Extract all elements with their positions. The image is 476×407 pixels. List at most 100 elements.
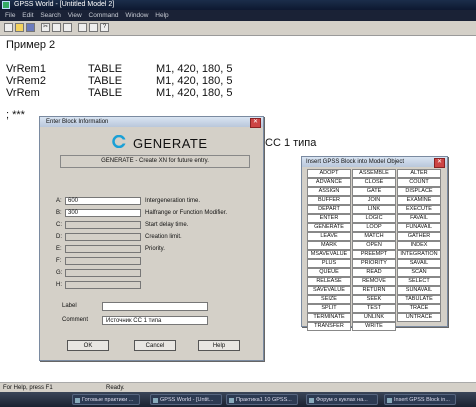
cut-icon[interactable]: ✂ (41, 23, 50, 32)
block-button-preempt[interactable]: PREEMPT (352, 250, 396, 259)
block-button-count[interactable]: COUNT (397, 178, 441, 187)
taskbar-item[interactable]: Практика1 10 GPSS... (226, 394, 298, 405)
find-icon[interactable] (89, 23, 98, 32)
operand-c-input[interactable] (65, 221, 141, 229)
block-button-seize[interactable]: SEIZE (307, 295, 351, 304)
block-button-execute[interactable]: EXECUTE (397, 205, 441, 214)
field-label-d: D: (56, 234, 62, 240)
menu-view[interactable]: View (68, 12, 82, 19)
open-folder-icon[interactable] (15, 23, 24, 32)
block-button-trace[interactable]: TRACE (397, 304, 441, 313)
close-icon[interactable]: ✕ (434, 158, 445, 168)
palette-titlebar[interactable]: Insert GPSS Block into Model Object ✕ (302, 157, 447, 168)
block-button-match[interactable]: MATCH (352, 232, 396, 241)
comment-input[interactable]: Источник СС 1 типа (102, 316, 208, 325)
block-button-savail[interactable]: SAVAIL (397, 259, 441, 268)
block-button-close[interactable]: CLOSE (352, 178, 396, 187)
block-button-scan[interactable]: SCAN (397, 268, 441, 277)
dialog-caption: Enter Block Information (46, 119, 109, 125)
block-button-enter[interactable]: ENTER (307, 214, 351, 223)
block-button-select[interactable]: SELECT (397, 277, 441, 286)
save-icon[interactable] (26, 23, 35, 32)
block-button-mark[interactable]: MARK (307, 241, 351, 250)
menu-window[interactable]: Window (125, 12, 148, 19)
block-button-queue[interactable]: QUEUE (307, 268, 351, 277)
close-icon[interactable]: ✕ (250, 118, 261, 128)
block-button-savevalue[interactable]: SAVEVALUE (307, 286, 351, 295)
block-button-funavail[interactable]: FUNAVAIL (397, 223, 441, 232)
operand-f-input[interactable] (65, 257, 141, 265)
block-button-assign[interactable]: ASSIGN (307, 187, 351, 196)
block-button-read[interactable]: READ (352, 268, 396, 277)
block-button-leave[interactable]: LEAVE (307, 232, 351, 241)
menu-file[interactable]: File (5, 12, 15, 19)
print-icon[interactable] (78, 23, 87, 32)
operand-g-input[interactable] (65, 269, 141, 277)
comment-caption: Comment (62, 317, 89, 323)
block-button-logic[interactable]: LOGIC (352, 214, 396, 223)
taskbar-item[interactable]: GPSS World - [Untit... (150, 394, 222, 405)
block-button-generate[interactable]: GENERATE (307, 223, 351, 232)
block-button-msavevalue[interactable]: MSAVEVALUE (307, 250, 351, 259)
block-button-unlink[interactable]: UNLINK (352, 313, 396, 322)
operand-b-input[interactable]: 300 (65, 209, 141, 217)
operand-a-input[interactable]: 600 (65, 197, 141, 205)
taskbar-item[interactable]: Готовые практики ... (72, 394, 140, 405)
block-button-link[interactable]: LINK (352, 205, 396, 214)
block-button-priority[interactable]: PRIORITY (352, 259, 396, 268)
block-button-integration[interactable]: INTEGRATION (397, 250, 441, 259)
ok-button[interactable]: OK (67, 340, 109, 351)
operand-h-input[interactable] (65, 281, 141, 289)
taskbar-item-label: Insert GPSS Block in... (394, 397, 450, 403)
block-button-alter[interactable]: ALTER (397, 169, 441, 178)
block-button-remove[interactable]: REMOVE (352, 277, 396, 286)
block-button-write[interactable]: WRITE (352, 322, 396, 331)
operand-d-input[interactable] (65, 233, 141, 241)
block-button-terminate[interactable]: TERMINATE (307, 313, 351, 322)
operand-e-input[interactable] (65, 245, 141, 253)
block-button-adopt[interactable]: ADOPT (307, 169, 351, 178)
block-button-favail[interactable]: FAVAIL (397, 214, 441, 223)
dialog-titlebar[interactable]: Enter Block Information ✕ (40, 117, 263, 128)
editor-row-args: M1, 420, 180, 5 (156, 75, 233, 87)
block-button-gate[interactable]: GATE (352, 187, 396, 196)
cancel-button[interactable]: Cancel (134, 340, 176, 351)
taskbar-item-label: Форум о куклах на... (316, 397, 368, 403)
help-icon[interactable]: ? (100, 23, 109, 32)
block-button-split[interactable]: SPLIT (307, 304, 351, 313)
new-file-icon[interactable] (4, 23, 13, 32)
block-button-buffer[interactable]: BUFFER (307, 196, 351, 205)
block-button-transfer[interactable]: TRANSFER (307, 322, 351, 331)
block-button-join[interactable]: JOIN (352, 196, 396, 205)
block-button-advance[interactable]: ADVANCE (307, 178, 351, 187)
block-button-release[interactable]: RELEASE (307, 277, 351, 286)
block-button-sunavail[interactable]: SUNAVAIL (397, 286, 441, 295)
field-label-b: B: (56, 210, 62, 216)
block-button-assemble[interactable]: ASSEMBLE (352, 169, 396, 178)
block-button-open[interactable]: OPEN (352, 241, 396, 250)
block-button-index[interactable]: INDEX (397, 241, 441, 250)
block-button-test[interactable]: TEST (352, 304, 396, 313)
menu-edit[interactable]: Edit (22, 12, 33, 19)
copy-icon[interactable] (52, 23, 61, 32)
block-button-gather[interactable]: GATHER (397, 232, 441, 241)
block-button-examine[interactable]: EXAMINE (397, 196, 441, 205)
menu-command[interactable]: Command (89, 12, 119, 19)
taskbar-item[interactable]: Insert GPSS Block in... (384, 394, 456, 405)
block-button-untrace[interactable]: UNTRACE (397, 313, 441, 322)
block-button-seek[interactable]: SEEK (352, 295, 396, 304)
editor-row-args: M1, 420, 180, 5 (156, 63, 233, 75)
block-button-displace[interactable]: DISPLACE (397, 187, 441, 196)
taskbar-item[interactable]: Форум о куклах на... (306, 394, 378, 405)
paste-icon[interactable] (63, 23, 72, 32)
block-button-loop[interactable]: LOOP (352, 223, 396, 232)
block-button-plus[interactable]: PLUS (307, 259, 351, 268)
menu-help[interactable]: Help (155, 12, 168, 19)
menu-search[interactable]: Search (40, 12, 61, 19)
label-input[interactable] (102, 302, 208, 311)
block-button-tabulate[interactable]: TABULATE (397, 295, 441, 304)
help-button[interactable]: Help (198, 340, 240, 351)
block-button-depart[interactable]: DEPART (307, 205, 351, 214)
block-button-return[interactable]: RETURN (352, 286, 396, 295)
window-title: GPSS World - [Untitled Model 2] (14, 1, 115, 8)
